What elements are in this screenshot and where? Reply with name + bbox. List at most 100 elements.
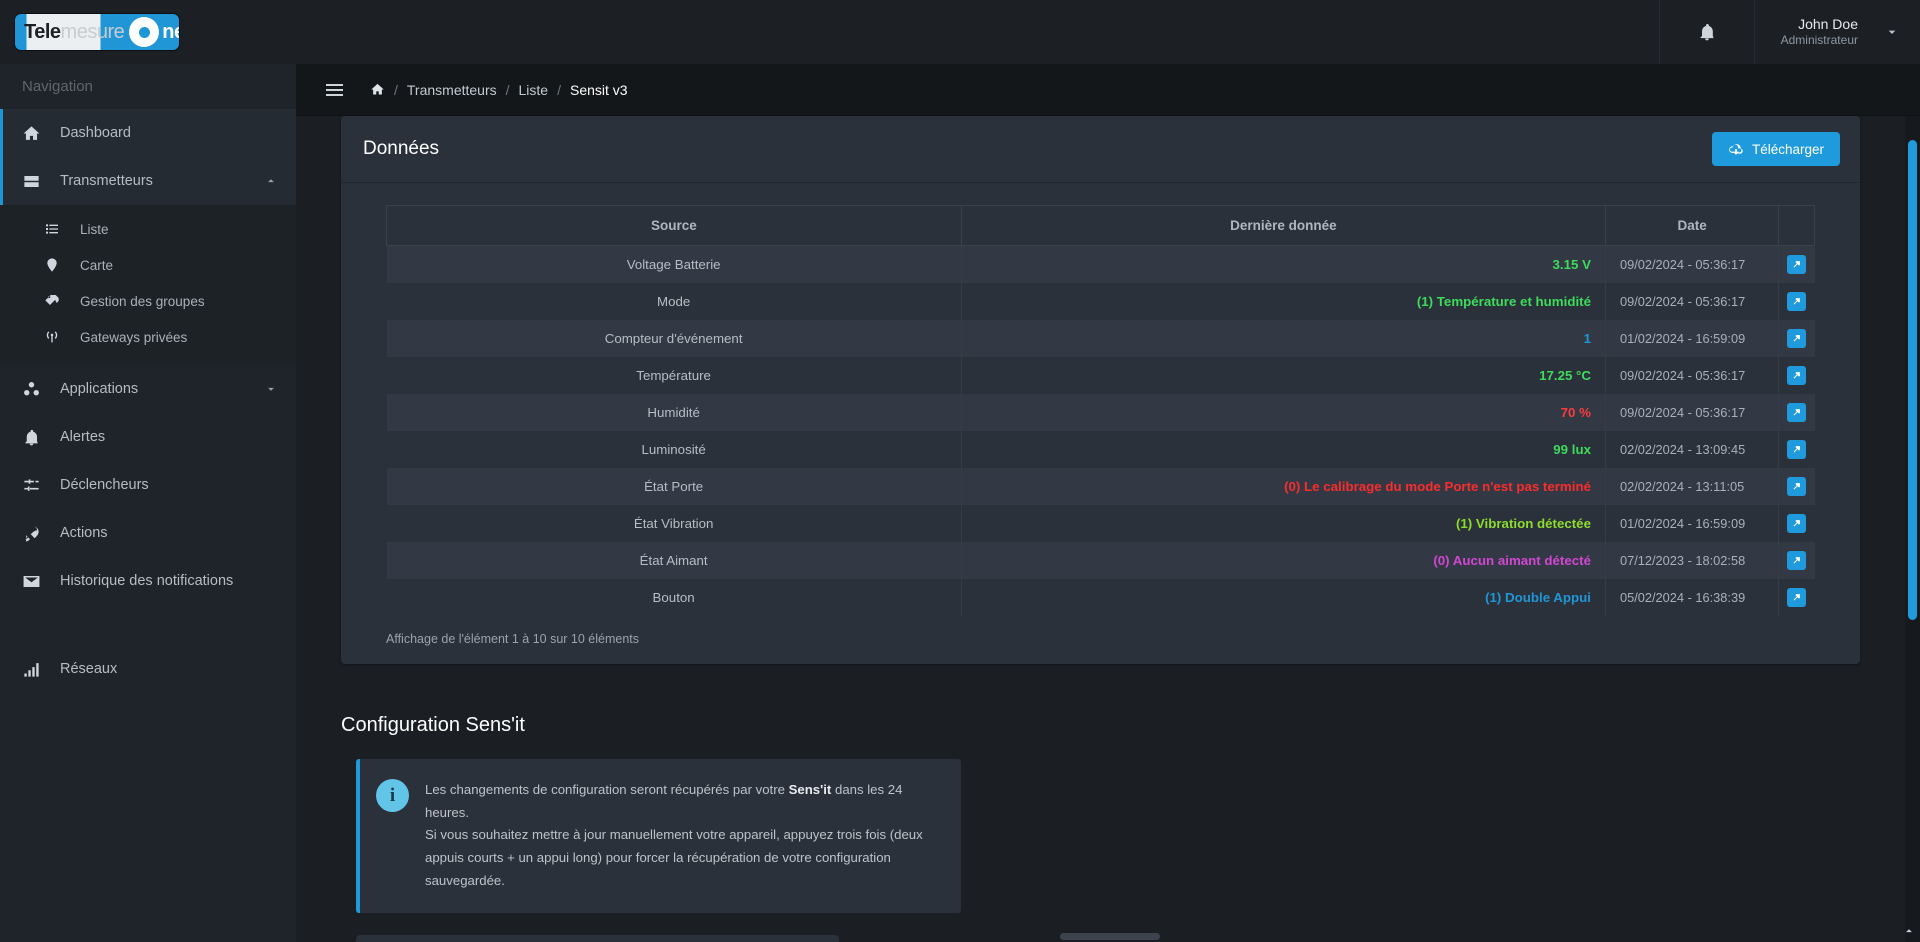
server-icon — [22, 172, 48, 191]
cell-source: Température — [386, 357, 962, 394]
row-open-button[interactable] — [1787, 292, 1807, 311]
row-open-button[interactable] — [1787, 255, 1807, 274]
cell-action — [1779, 505, 1815, 542]
cell-action — [1779, 357, 1815, 394]
cell-date: 01/02/2024 - 16:59:09 — [1605, 505, 1780, 542]
external-link-icon — [1793, 557, 1801, 564]
table-row: Luminosité 99 lux 02/02/2024 - 13:09:45 — [386, 431, 1815, 468]
sidebar-item-dashboard[interactable]: Dashboard — [0, 109, 296, 157]
sidebar-item-label: Alertes — [60, 429, 106, 445]
cell-last-value: (1) Vibration détectée — [961, 505, 1606, 542]
config-info-banner: i Les changements de configuration seron… — [356, 759, 961, 913]
user-menu[interactable]: John Doe Administrateur — [1755, 0, 1920, 64]
header-right: John Doe Administrateur — [1658, 0, 1920, 64]
sidebar-subitem-label: Liste — [80, 221, 109, 237]
hamburger-icon-line — [325, 93, 343, 96]
column-header-derniere-donnee[interactable]: Dernière donnée — [960, 205, 1606, 246]
sidebar-subitem-gateways-privees[interactable]: Gateways privées — [0, 319, 296, 355]
table-row: État Aimant (0) Aucun aimant détecté 07/12… — [386, 542, 1815, 579]
external-link-icon — [1793, 594, 1801, 601]
sidebar-subitem-label: Gestion des groupes — [80, 293, 205, 309]
download-button[interactable]: Télécharger — [1711, 132, 1840, 166]
sidebar-item-alertes[interactable]: Alertes — [0, 413, 296, 461]
sidebar-item-actions[interactable]: Actions — [0, 509, 296, 557]
column-header-actions — [1778, 205, 1815, 246]
cell-last-value: 1 — [961, 320, 1606, 357]
cell-action — [1779, 246, 1815, 284]
row-open-button[interactable] — [1787, 477, 1807, 496]
cell-date: 07/12/2023 - 18:02:58 — [1605, 542, 1780, 579]
sidebar-subitem-label: Gateways privées — [80, 329, 188, 345]
sidebar-item-transmetteurs[interactable]: Transmetteurs — [0, 157, 296, 205]
breadcrumb-separator: / — [557, 81, 561, 98]
cell-source: État Vibration — [386, 505, 962, 542]
external-link-icon — [1793, 520, 1801, 527]
cell-date: 09/02/2024 - 05:36:17 — [1605, 394, 1780, 431]
sidebar-item-applications[interactable]: Applications — [0, 365, 296, 413]
cell-source: Compteur d'événement — [386, 320, 962, 357]
breadcrumb-link-transmetteurs[interactable]: Transmetteurs — [407, 82, 497, 98]
chevron-up-icon — [268, 179, 274, 183]
column-header-source[interactable]: Source — [386, 205, 962, 246]
column-header-date[interactable]: Date — [1604, 205, 1780, 246]
row-open-button[interactable] — [1787, 366, 1807, 385]
top-header: Tele mesure net John Doe Administrateur — [0, 0, 1920, 64]
sidebar-subitem-liste[interactable]: Liste — [0, 211, 296, 247]
cell-action — [1779, 394, 1815, 431]
cell-source: Mode — [386, 283, 962, 320]
cell-date: 02/02/2024 - 13:11:05 — [1605, 468, 1780, 505]
sidebar-item-historique-des-notifications[interactable]: Historique des notifications — [0, 557, 296, 605]
external-link-icon — [1793, 335, 1801, 342]
logo-text-net: net — [162, 20, 179, 43]
signal-bars-icon — [22, 660, 48, 679]
sensit-config-card: Sens'it Configuration période d'émission — [356, 934, 839, 942]
sidebar: Navigation Dashboard Transmetteurs Liste — [0, 0, 296, 942]
breadcrumb-separator: / — [394, 81, 398, 98]
tags-icon — [44, 293, 70, 309]
sidebar-item-label: Historique des notifications — [60, 573, 234, 589]
vertical-scrollbar-thumb[interactable] — [1908, 140, 1917, 620]
rocket-icon — [22, 524, 48, 543]
sidebar-item-label: Dashboard — [60, 125, 131, 141]
row-open-button[interactable] — [1787, 551, 1807, 570]
scroll-corner-arrow-icon[interactable] — [1902, 924, 1916, 938]
telemesure-logo[interactable]: Tele mesure net — [14, 13, 180, 51]
cell-last-value: 17.25 °C — [961, 357, 1606, 394]
notifications-button[interactable] — [1658, 0, 1755, 64]
horizontal-scrollbar-thumb[interactable] — [1060, 933, 1160, 940]
antenna-icon — [44, 329, 70, 345]
sidebar-subitem-gestion-des-groupes[interactable]: Gestion des groupes — [0, 283, 296, 319]
sidebar-toggle-button[interactable] — [312, 83, 356, 96]
external-link-icon — [1793, 446, 1801, 453]
sidebar-subitem-label: Carte — [80, 257, 114, 273]
info-line2: Si vous souhaitez mettre à jour manuelle… — [425, 827, 923, 888]
info-line1-part-a: Les changements de configuration seront … — [425, 782, 789, 797]
external-link-icon — [1793, 483, 1801, 490]
download-button-label: Télécharger — [1751, 141, 1824, 157]
panel-header: Données Télécharger — [341, 116, 1860, 183]
app-root: Tele mesure net John Doe Administrateur — [0, 0, 1920, 942]
cell-source: Voltage Batterie — [386, 245, 962, 283]
home-icon — [22, 124, 48, 143]
row-open-button[interactable] — [1787, 588, 1807, 607]
transmetteurs-submenu: Liste Carte Gestion des groupes Gateways… — [0, 205, 296, 365]
row-open-button[interactable] — [1787, 329, 1807, 348]
external-link-icon — [1793, 298, 1801, 305]
sidebar-subitem-carte[interactable]: Carte — [0, 247, 296, 283]
row-open-button[interactable] — [1787, 514, 1807, 533]
breadcrumb-link-liste[interactable]: Liste — [519, 82, 549, 98]
chevron-down-icon — [1888, 30, 1896, 34]
config-section-title: Configuration Sens'it — [341, 714, 525, 736]
home-icon[interactable] — [370, 82, 385, 97]
row-open-button[interactable] — [1787, 440, 1807, 459]
config-info-text: Les changements de configuration seront … — [425, 779, 943, 893]
cell-source: État Aimant — [386, 542, 962, 579]
logo-wifi-icon — [129, 17, 160, 47]
sidebar-item-reseaux[interactable]: Réseaux — [0, 645, 296, 693]
table-body: Voltage Batterie 3.15 V 09/02/2024 - 05:36… — [386, 245, 1815, 616]
row-open-button[interactable] — [1787, 403, 1807, 422]
sidebar-item-declencheurs[interactable]: Déclencheurs — [0, 461, 296, 509]
cell-date: 01/02/2024 - 16:59:09 — [1605, 320, 1780, 357]
cell-last-value: (0) Aucun aimant détecté — [961, 542, 1606, 579]
